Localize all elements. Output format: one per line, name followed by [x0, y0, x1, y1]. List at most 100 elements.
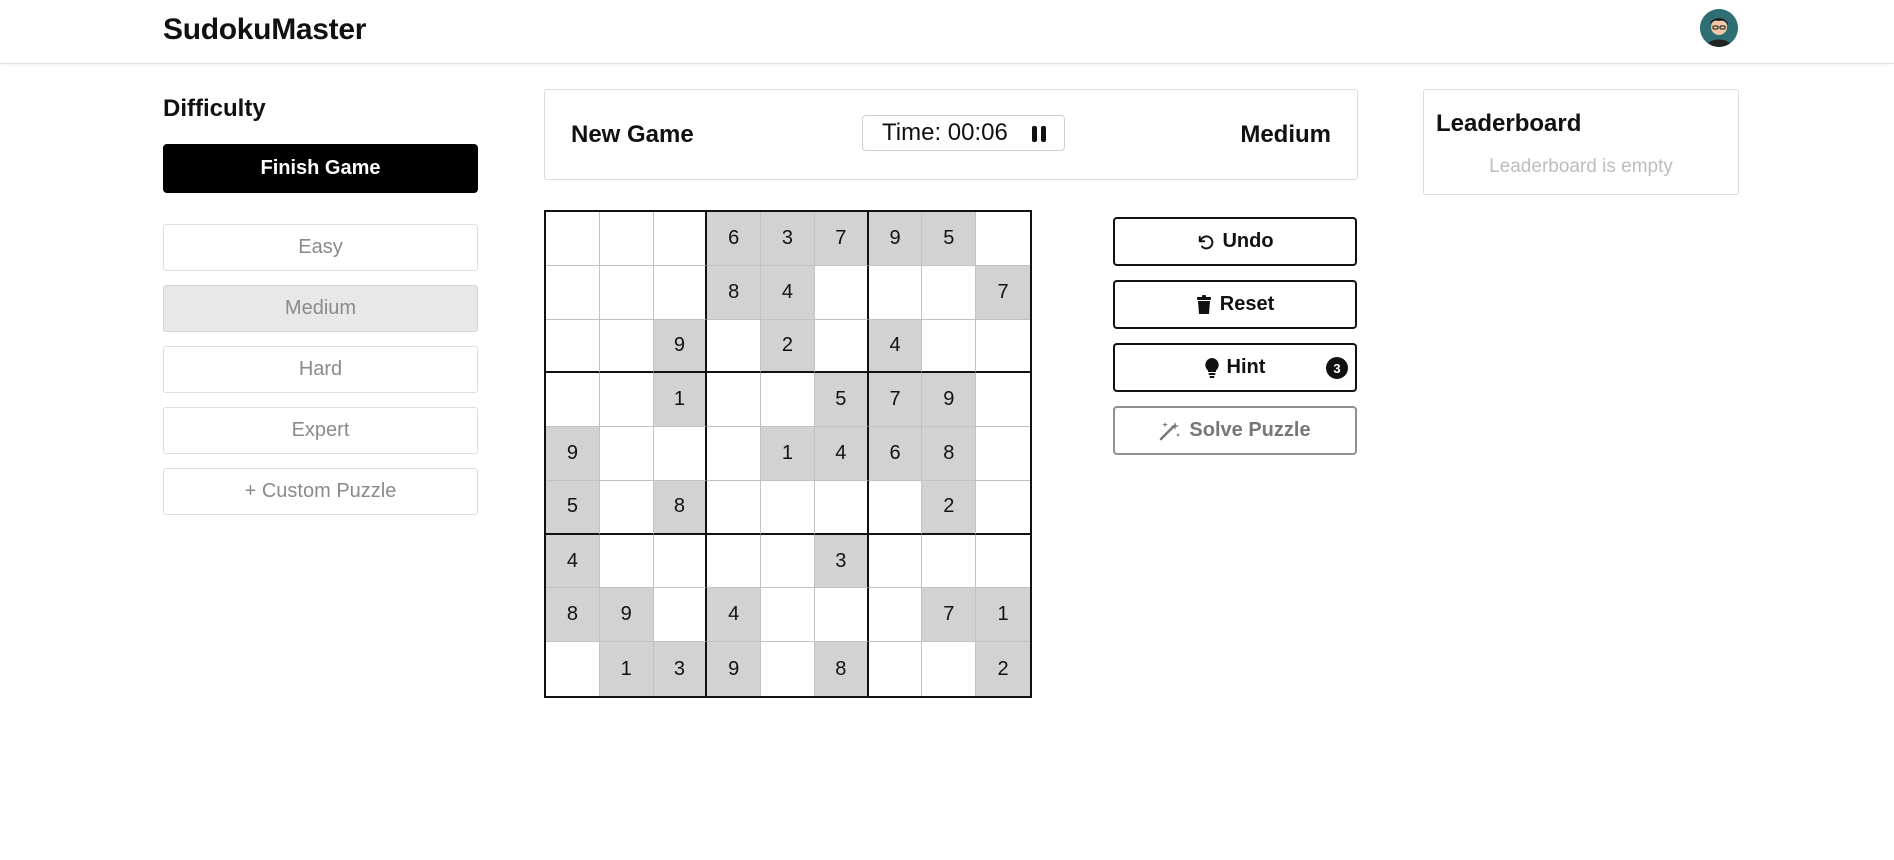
sudoku-cell[interactable]: [599, 212, 654, 266]
new-game-link[interactable]: New Game: [571, 121, 694, 149]
sudoku-cell[interactable]: 1: [599, 642, 654, 696]
finish-game-button[interactable]: Finish Game: [163, 144, 478, 193]
sudoku-cell[interactable]: 3: [761, 212, 815, 266]
sudoku-cell[interactable]: 7: [868, 373, 923, 428]
sudoku-cell[interactable]: [761, 534, 815, 589]
sudoku-cell[interactable]: 1: [653, 373, 708, 428]
sudoku-cell[interactable]: [868, 588, 923, 643]
sudoku-cell[interactable]: [976, 427, 1030, 481]
timer-display: Time: 00:06: [862, 115, 1065, 151]
sudoku-cell[interactable]: 7: [814, 212, 869, 266]
difficulty-easy-button[interactable]: Easy: [163, 224, 478, 271]
sudoku-cell[interactable]: 5: [814, 373, 869, 428]
difficulty-heading: Difficulty: [163, 95, 266, 122]
sudoku-cell[interactable]: [599, 373, 654, 428]
sudoku-cell[interactable]: 8: [922, 427, 977, 481]
sudoku-cell[interactable]: [922, 534, 977, 589]
sudoku-cell[interactable]: 5: [922, 212, 977, 266]
sudoku-cell[interactable]: [707, 319, 762, 374]
pause-icon[interactable]: [1032, 126, 1046, 142]
sudoku-cell[interactable]: 3: [814, 534, 869, 589]
sudoku-cell[interactable]: [761, 588, 815, 643]
sudoku-cell[interactable]: [761, 373, 815, 428]
sudoku-cell[interactable]: 8: [546, 588, 600, 643]
sudoku-cell[interactable]: [868, 642, 923, 696]
sudoku-cell[interactable]: [707, 373, 762, 428]
sudoku-cell[interactable]: [653, 534, 708, 589]
difficulty-medium-button[interactable]: Medium: [163, 285, 478, 332]
sudoku-cell[interactable]: [653, 588, 708, 643]
sudoku-cell[interactable]: 4: [546, 534, 600, 589]
sudoku-cell[interactable]: [599, 427, 654, 481]
difficulty-expert-button[interactable]: Expert: [163, 407, 478, 454]
sudoku-cell[interactable]: [653, 265, 708, 320]
sudoku-cell[interactable]: 2: [976, 642, 1030, 696]
solve-puzzle-button[interactable]: Solve Puzzle: [1113, 406, 1357, 455]
sudoku-cell[interactable]: 7: [976, 265, 1030, 320]
sudoku-cell[interactable]: [707, 480, 762, 535]
sudoku-cell[interactable]: [976, 480, 1030, 535]
sudoku-cell[interactable]: 2: [761, 319, 815, 374]
sudoku-cell[interactable]: [976, 373, 1030, 428]
undo-button[interactable]: Undo: [1113, 217, 1357, 266]
sudoku-cell[interactable]: [599, 319, 654, 374]
difficulty-hard-button[interactable]: Hard: [163, 346, 478, 393]
sudoku-cell[interactable]: 9: [868, 212, 923, 266]
sudoku-cell[interactable]: [922, 265, 977, 320]
sudoku-cell[interactable]: [814, 480, 869, 535]
sudoku-cell[interactable]: [868, 265, 923, 320]
sudoku-cell[interactable]: 6: [868, 427, 923, 481]
sudoku-cell[interactable]: 4: [814, 427, 869, 481]
sudoku-cell[interactable]: [868, 534, 923, 589]
sudoku-cell[interactable]: 9: [546, 427, 600, 481]
sudoku-cell[interactable]: [814, 319, 869, 374]
sudoku-cell[interactable]: 9: [922, 373, 977, 428]
sudoku-cell[interactable]: 1: [761, 427, 815, 481]
sudoku-cell[interactable]: [814, 588, 869, 643]
sudoku-cell[interactable]: 9: [707, 642, 762, 696]
sudoku-cell[interactable]: 4: [761, 265, 815, 320]
sudoku-cell[interactable]: 8: [653, 480, 708, 535]
sudoku-cell[interactable]: 4: [707, 588, 762, 643]
sudoku-cell[interactable]: 1: [976, 588, 1030, 643]
reset-button[interactable]: Reset: [1113, 280, 1357, 329]
sudoku-cell[interactable]: [868, 480, 923, 535]
sudoku-cell[interactable]: [599, 480, 654, 535]
sudoku-cell[interactable]: 9: [599, 588, 654, 643]
sudoku-cell[interactable]: [653, 212, 708, 266]
sudoku-cell[interactable]: [546, 212, 600, 266]
sudoku-cell[interactable]: 5: [546, 480, 600, 535]
sudoku-cell[interactable]: [546, 265, 600, 320]
sudoku-cell[interactable]: [761, 642, 815, 696]
sudoku-cell[interactable]: 8: [707, 265, 762, 320]
sudoku-cell[interactable]: [976, 534, 1030, 589]
sudoku-cell[interactable]: [546, 642, 600, 696]
sudoku-cell[interactable]: [546, 373, 600, 428]
sudoku-cell[interactable]: [546, 319, 600, 374]
hint-count-badge: 3: [1326, 357, 1348, 379]
undo-label: Undo: [1222, 230, 1274, 252]
sudoku-cell[interactable]: 8: [814, 642, 869, 696]
sudoku-cell[interactable]: [922, 319, 977, 374]
sudoku-cell[interactable]: [976, 319, 1030, 374]
sudoku-cell[interactable]: [761, 480, 815, 535]
sudoku-cell[interactable]: [976, 212, 1030, 266]
sudoku-cell[interactable]: [707, 427, 762, 481]
custom-puzzle-button[interactable]: + Custom Puzzle: [163, 468, 478, 515]
sudoku-cell[interactable]: [814, 265, 869, 320]
sudoku-cell[interactable]: [707, 534, 762, 589]
sudoku-cell[interactable]: 7: [922, 588, 977, 643]
sudoku-cell[interactable]: [922, 642, 977, 696]
leaderboard-empty-message: Leaderboard is empty: [1489, 156, 1673, 177]
sudoku-cell[interactable]: [653, 427, 708, 481]
hint-button[interactable]: Hint 3: [1113, 343, 1357, 392]
sudoku-cell[interactable]: 2: [922, 480, 977, 535]
sudoku-cell[interactable]: [599, 265, 654, 320]
sudoku-cell[interactable]: 6: [707, 212, 762, 266]
sudoku-cell[interactable]: 3: [653, 642, 708, 696]
app-logo-title[interactable]: SudokuMaster: [163, 13, 366, 47]
sudoku-cell[interactable]: [599, 534, 654, 589]
user-avatar[interactable]: [1700, 9, 1738, 47]
sudoku-cell[interactable]: 9: [653, 319, 708, 374]
sudoku-cell[interactable]: 4: [868, 319, 923, 374]
